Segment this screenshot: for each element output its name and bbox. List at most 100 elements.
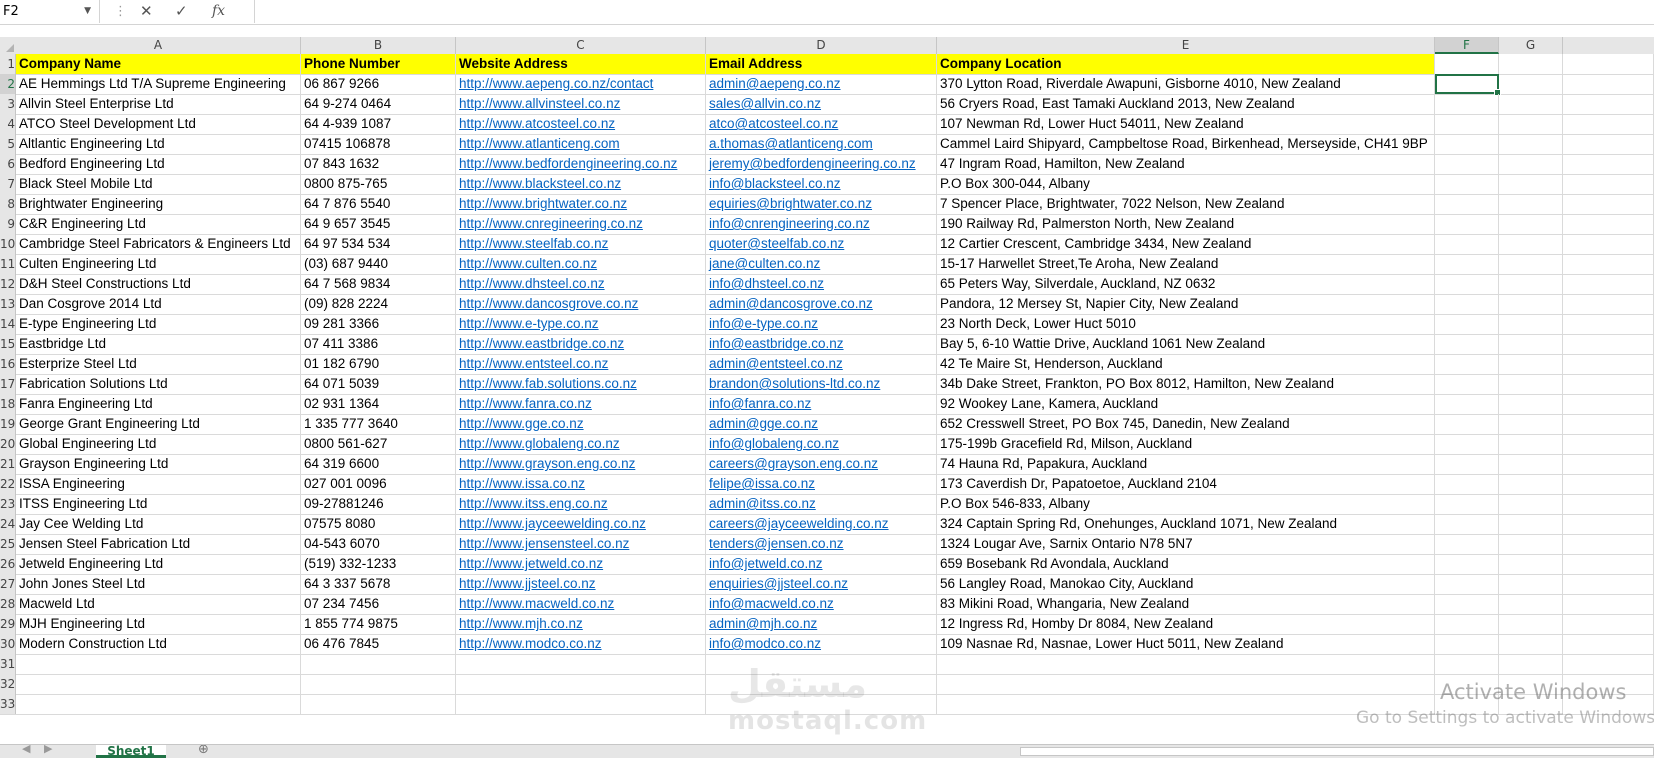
email-cell[interactable]: info@macweld.co.nz (706, 594, 937, 614)
website-cell[interactable]: http://www.culten.co.nz (456, 254, 706, 274)
phone-cell[interactable]: (519) 332-1233 (301, 554, 456, 574)
empty-cell[interactable] (1435, 534, 1499, 554)
empty-cell[interactable] (1499, 354, 1563, 374)
company-cell[interactable]: Brightwater Engineering (16, 194, 301, 214)
empty-cell[interactable] (1499, 234, 1563, 254)
empty-cell[interactable] (1563, 454, 1654, 474)
company-cell[interactable]: George Grant Engineering Ltd (16, 414, 301, 434)
website-cell[interactable]: http://www.brightwater.co.nz (456, 194, 706, 214)
location-cell[interactable]: 107 Newman Rd, Lower Huct 54011, New Zea… (937, 114, 1435, 134)
empty-cell[interactable] (1499, 414, 1563, 434)
empty-cell[interactable] (1563, 654, 1654, 674)
location-cell[interactable] (937, 674, 1435, 694)
empty-cell[interactable] (1499, 294, 1563, 314)
empty-cell[interactable] (1499, 214, 1563, 234)
email-cell[interactable]: tenders@jensen.co.nz (706, 534, 937, 554)
location-cell[interactable]: 42 Te Maire St, Henderson, Auckland (937, 354, 1435, 374)
row-header[interactable]: 29 (0, 614, 16, 634)
company-cell[interactable]: Global Engineering Ltd (16, 434, 301, 454)
column-header-a[interactable]: A (16, 37, 301, 54)
phone-cell[interactable]: 07415 106878 (301, 134, 456, 154)
row-header[interactable]: 15 (0, 334, 16, 354)
location-cell[interactable]: 56 Cryers Road, East Tamaki Auckland 201… (937, 94, 1435, 114)
website-cell[interactable]: http://www.gge.co.nz (456, 414, 706, 434)
website-cell[interactable]: http://www.modco.co.nz (456, 634, 706, 654)
email-cell[interactable]: atco@atcosteel.co.nz (706, 114, 937, 134)
phone-cell[interactable]: 0800 875-765 (301, 174, 456, 194)
empty-cell[interactable] (1563, 534, 1654, 554)
empty-cell[interactable] (1563, 594, 1654, 614)
empty-cell[interactable] (1499, 134, 1563, 154)
phone-cell[interactable] (301, 654, 456, 674)
email-cell[interactable]: equiries@brightwater.co.nz (706, 194, 937, 214)
empty-cell[interactable] (1563, 174, 1654, 194)
row-header[interactable]: 32 (0, 674, 16, 694)
website-cell[interactable]: http://www.blacksteel.co.nz (456, 174, 706, 194)
company-cell[interactable]: Cambridge Steel Fabricators & Engineers … (16, 234, 301, 254)
website-cell[interactable]: http://www.aepeng.co.nz/contact (456, 74, 706, 94)
empty-cell[interactable] (1499, 534, 1563, 554)
location-cell[interactable]: 1324 Lougar Ave, Sarnix Ontario N78 5N7 (937, 534, 1435, 554)
empty-cell[interactable] (1435, 174, 1499, 194)
company-cell[interactable]: Fabrication Solutions Ltd (16, 374, 301, 394)
phone-cell[interactable]: 06 476 7845 (301, 634, 456, 654)
location-cell[interactable]: 173 Caverdish Dr, Papatoetoe, Auckland 2… (937, 474, 1435, 494)
location-cell[interactable]: 65 Peters Way, Silverdale, Auckland, NZ … (937, 274, 1435, 294)
empty-cell[interactable] (1563, 74, 1654, 94)
email-cell[interactable]: careers@grayson.eng.co.nz (706, 454, 937, 474)
email-cell[interactable]: quoter@steelfab.co.nz (706, 234, 937, 254)
empty-cell[interactable] (1435, 414, 1499, 434)
website-cell[interactable]: http://www.steelfab.co.nz (456, 234, 706, 254)
empty-cell[interactable] (1435, 254, 1499, 274)
empty-cell[interactable] (1563, 634, 1654, 654)
header-cell-email[interactable]: Email Address (706, 54, 937, 74)
location-cell[interactable]: 109 Nasnae Rd, Nasnae, Lower Huct 5011, … (937, 634, 1435, 654)
empty-cell[interactable] (1499, 634, 1563, 654)
empty-cell[interactable] (1499, 314, 1563, 334)
phone-cell[interactable]: 64 4-939 1087 (301, 114, 456, 134)
phone-cell[interactable]: 64 97 534 534 (301, 234, 456, 254)
empty-cell[interactable] (1499, 614, 1563, 634)
phone-cell[interactable]: 09-27881246 (301, 494, 456, 514)
empty-cell[interactable] (1563, 354, 1654, 374)
company-cell[interactable]: Black Steel Mobile Ltd (16, 174, 301, 194)
location-cell[interactable] (937, 654, 1435, 674)
row-header[interactable]: 18 (0, 394, 16, 414)
empty-cell[interactable] (1435, 154, 1499, 174)
email-cell[interactable]: info@modco.co.nz (706, 634, 937, 654)
row-header[interactable]: 26 (0, 554, 16, 574)
company-cell[interactable]: Modern Construction Ltd (16, 634, 301, 654)
empty-cell[interactable] (1563, 254, 1654, 274)
header-cell-website[interactable]: Website Address (456, 54, 706, 74)
email-cell[interactable]: admin@gge.co.nz (706, 414, 937, 434)
location-cell[interactable]: 659 Bosebank Rd Avondala, Auckland (937, 554, 1435, 574)
row-header[interactable]: 21 (0, 454, 16, 474)
company-cell[interactable] (16, 654, 301, 674)
empty-cell[interactable] (1563, 394, 1654, 414)
website-cell[interactable] (456, 654, 706, 674)
website-cell[interactable]: http://www.jayceewelding.co.nz (456, 514, 706, 534)
email-cell[interactable]: info@jetweld.co.nz (706, 554, 937, 574)
empty-cell[interactable] (1435, 594, 1499, 614)
website-cell[interactable]: http://www.fanra.co.nz (456, 394, 706, 414)
empty-cell[interactable] (1435, 114, 1499, 134)
empty-cell[interactable] (1499, 474, 1563, 494)
location-cell[interactable]: 190 Railway Rd, Palmerston North, New Ze… (937, 214, 1435, 234)
location-cell[interactable]: Cammel Laird Shipyard, Campbeltose Road,… (937, 134, 1435, 154)
website-cell[interactable]: http://www.macweld.co.nz (456, 594, 706, 614)
website-cell[interactable]: http://www.allvinsteel.co.nz (456, 94, 706, 114)
website-cell[interactable]: http://www.dhsteel.co.nz (456, 274, 706, 294)
company-cell[interactable]: AE Hemmings Ltd T/A Supreme Engineering (16, 74, 301, 94)
email-cell[interactable]: jeremy@bedfordengineering.co.nz (706, 154, 937, 174)
empty-cell[interactable] (1499, 434, 1563, 454)
website-cell[interactable]: http://www.e-type.co.nz (456, 314, 706, 334)
email-cell[interactable]: info@fanra.co.nz (706, 394, 937, 414)
empty-cell[interactable] (1563, 294, 1654, 314)
location-cell[interactable]: 370 Lytton Road, Riverdale Awapuni, Gisb… (937, 74, 1435, 94)
phone-cell[interactable]: 64 319 6600 (301, 454, 456, 474)
empty-cell[interactable] (1435, 634, 1499, 654)
empty-cell[interactable] (1499, 74, 1563, 94)
location-cell[interactable]: 12 Ingress Rd, Homby Dr 8084, New Zealan… (937, 614, 1435, 634)
row-header[interactable]: 30 (0, 634, 16, 654)
empty-cell[interactable] (1435, 354, 1499, 374)
